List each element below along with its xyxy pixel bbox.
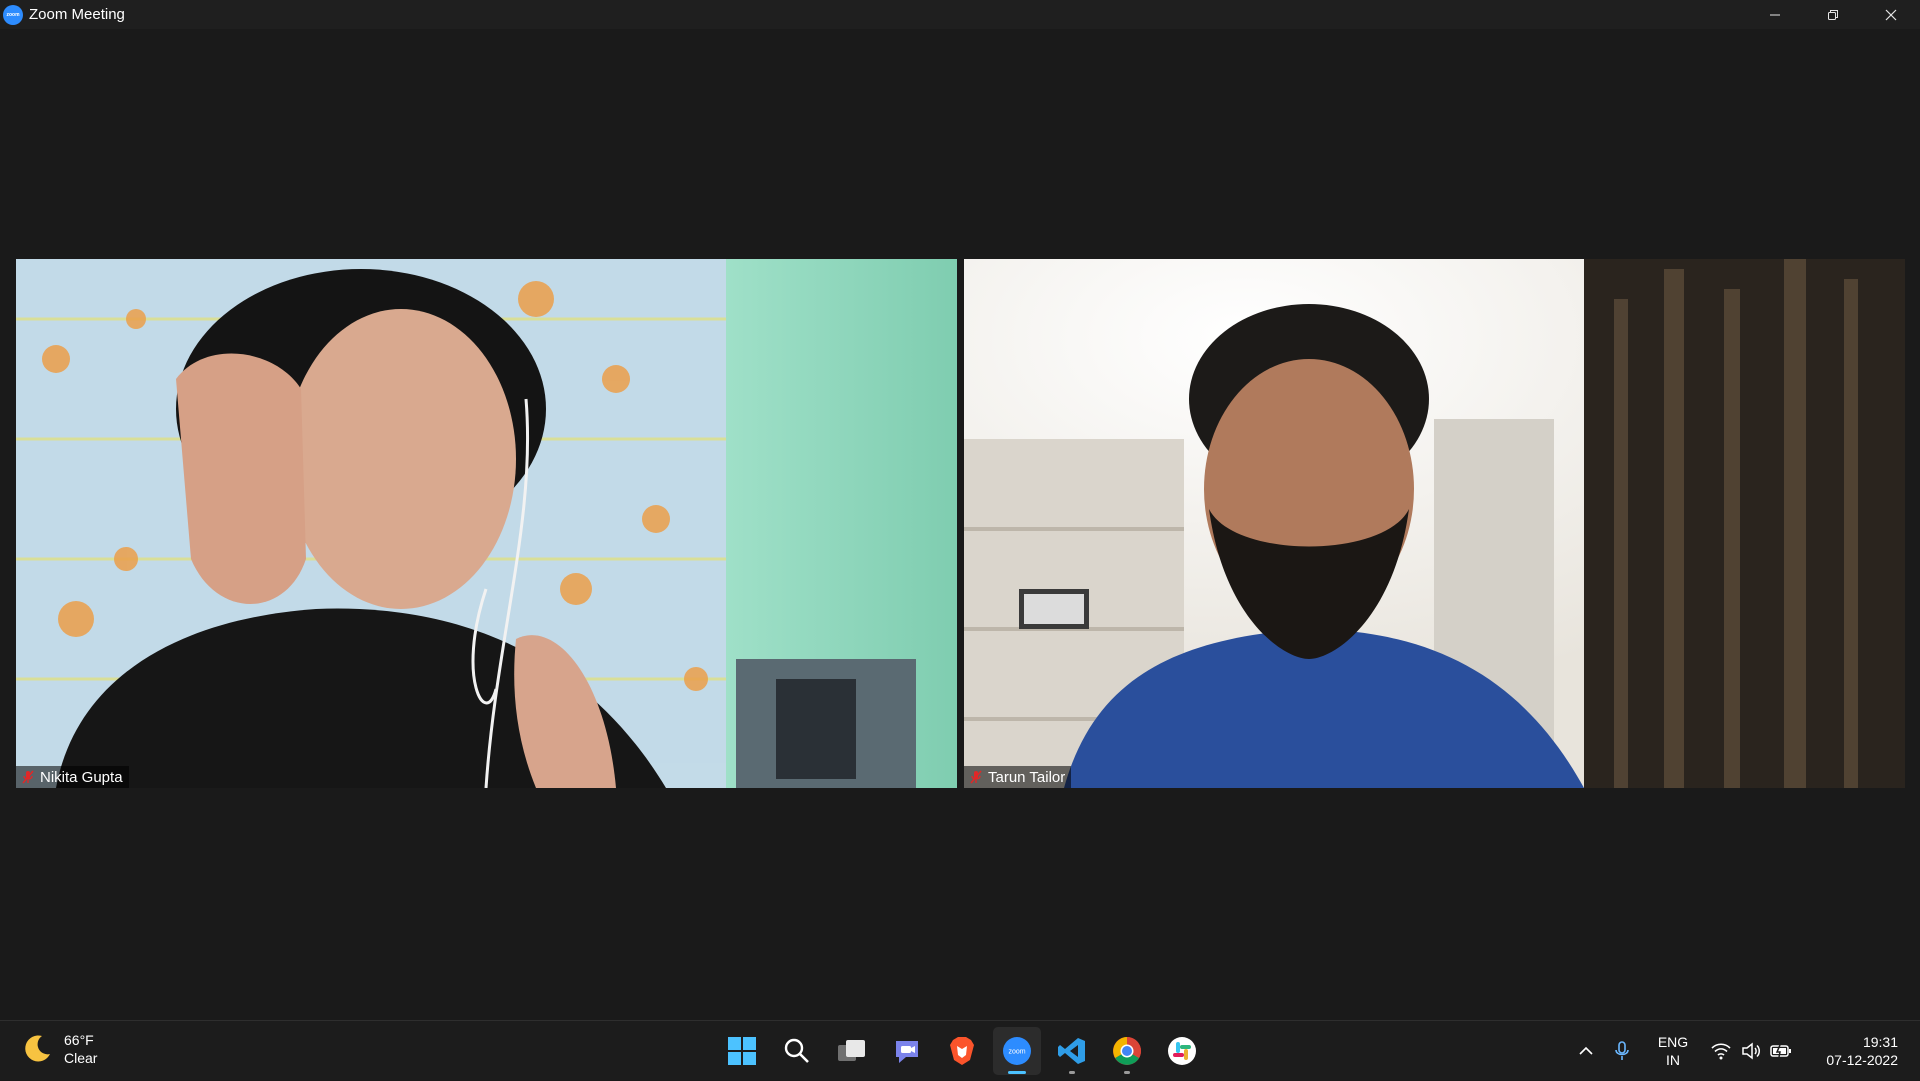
video-tile-participant-2[interactable]: Tarun Tailor: [964, 259, 1905, 788]
microphone-icon: [1615, 1041, 1629, 1060]
restore-icon: [1828, 9, 1838, 20]
volume-icon: [1742, 1042, 1760, 1060]
participant-name: Nikita Gupta: [40, 768, 123, 786]
chrome-button[interactable]: [1103, 1027, 1151, 1075]
participant-video-feed: [964, 259, 1905, 788]
clock-time: 19:31: [1862, 1034, 1898, 1050]
input-language-indicator[interactable]: ENG IN: [1648, 1033, 1698, 1069]
weather-widget[interactable]: 66°F Clear: [20, 1031, 97, 1067]
taskbar-pinned-apps: zoom: [718, 1027, 1213, 1075]
mic-muted-icon: [20, 769, 36, 785]
brave-browser-icon: [950, 1037, 974, 1065]
mic-muted-icon: [968, 769, 984, 785]
weather-temperature: 66°F: [64, 1032, 94, 1048]
participant-video-feed: [16, 259, 957, 788]
window-controls: [1746, 0, 1920, 29]
minimize-button[interactable]: [1746, 0, 1804, 29]
battery-status[interactable]: [1766, 1043, 1796, 1059]
search-icon: [784, 1038, 809, 1063]
chrome-icon: [1113, 1037, 1141, 1065]
vscode-button[interactable]: [1048, 1027, 1096, 1075]
volume-status[interactable]: [1736, 1042, 1766, 1060]
meeting-gallery: Nikita Gupta Tarun Tailor: [0, 29, 1920, 1020]
window-title-bar: zoom Zoom Meeting: [0, 0, 1920, 29]
vscode-icon: [1058, 1038, 1085, 1064]
windows-start-icon: [728, 1037, 756, 1065]
task-view-icon: [838, 1040, 865, 1061]
zoom-icon: zoom: [3, 4, 23, 25]
svg-text:zoom: zoom: [1008, 1049, 1025, 1056]
search-button[interactable]: [773, 1027, 821, 1075]
window-title: Zoom Meeting: [29, 6, 125, 23]
wifi-status[interactable]: [1706, 1042, 1736, 1060]
zoom-taskbar-button[interactable]: zoom: [993, 1027, 1041, 1075]
wifi-icon: [1711, 1043, 1731, 1060]
close-button[interactable]: [1862, 0, 1920, 29]
teams-chat-button[interactable]: [883, 1027, 931, 1075]
participant-name-tag: Tarun Tailor: [964, 766, 1072, 788]
battery-icon: [1770, 1044, 1791, 1058]
minimize-icon: [1770, 14, 1780, 15]
running-indicator: [1124, 1071, 1130, 1074]
slack-button[interactable]: [1158, 1027, 1206, 1075]
moon-icon: [25, 1035, 50, 1062]
active-window-indicator: [1008, 1071, 1026, 1074]
brave-button[interactable]: [938, 1027, 986, 1075]
start-button[interactable]: [718, 1027, 766, 1075]
video-tile-participant-1[interactable]: Nikita Gupta: [16, 259, 957, 788]
teams-chat-icon: [896, 1041, 918, 1063]
restore-button[interactable]: [1804, 0, 1862, 29]
slack-icon: [1168, 1037, 1196, 1065]
task-view-button[interactable]: [828, 1027, 876, 1075]
system-tray: ENG IN 19:31 07-12-2022: [1568, 1021, 1920, 1081]
windows-taskbar: 66°F Clear zoom ENG IN 19:31 07-12-2022: [0, 1020, 1920, 1080]
chevron-up-icon: [1579, 1046, 1593, 1055]
weather-condition: Clear: [64, 1050, 98, 1066]
close-icon: [1885, 9, 1897, 20]
running-indicator: [1069, 1071, 1075, 1074]
clock-date-text: 07-12-2022: [1826, 1052, 1898, 1068]
zoom-app-icon: zoom: [1003, 1037, 1031, 1065]
participant-name: Tarun Tailor: [988, 768, 1066, 786]
show-hidden-icons-button[interactable]: [1568, 1042, 1604, 1060]
microphone-status[interactable]: [1604, 1041, 1640, 1061]
participant-name-tag: Nikita Gupta: [16, 766, 129, 788]
clock-date[interactable]: 19:31 07-12-2022: [1808, 1033, 1898, 1069]
